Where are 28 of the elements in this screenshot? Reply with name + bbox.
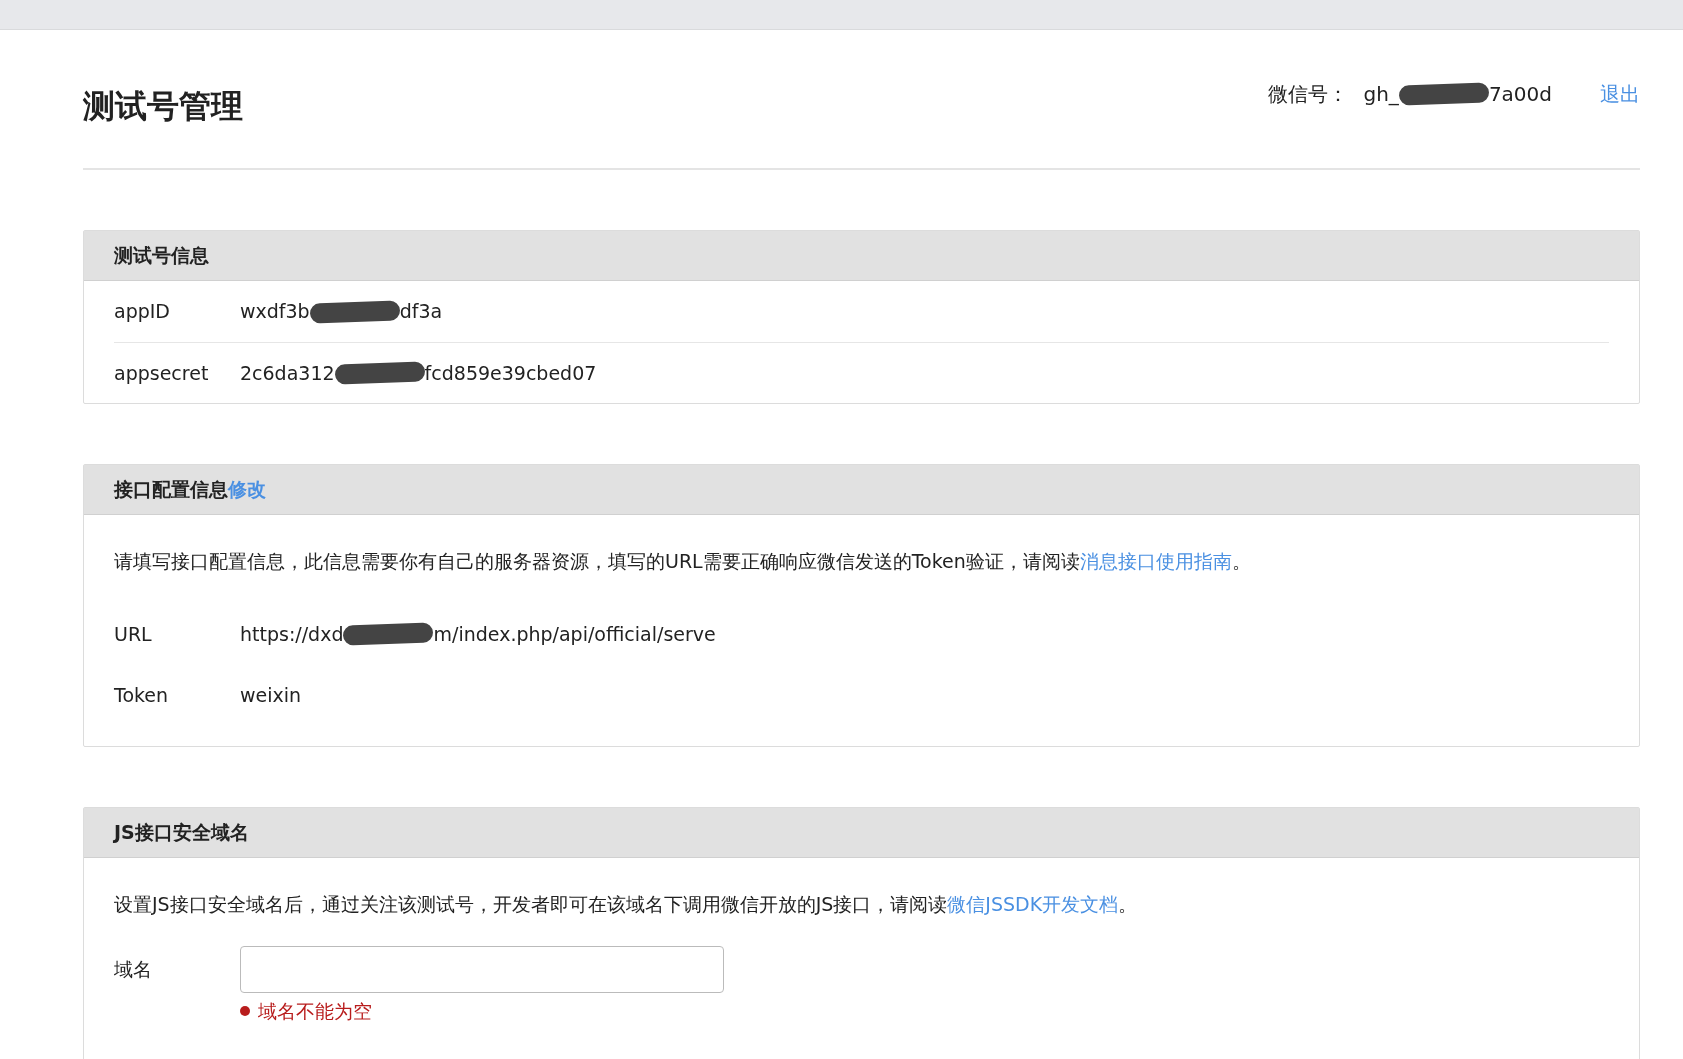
field-label: Token — [114, 682, 170, 708]
field-value: wxdf3b — [240, 299, 310, 325]
field-value: 2c6da312 — [240, 360, 335, 386]
error-dot-icon — [240, 1006, 250, 1017]
field-label: URL — [114, 621, 153, 647]
field-label: 域名 — [114, 957, 153, 983]
field-value: weixin — [240, 682, 302, 708]
field-value: df3a — [399, 299, 443, 325]
field-label: appID — [114, 299, 171, 325]
doc-link[interactable]: 微信JSSDK开发文档 — [947, 892, 1119, 915]
error-message: 域名不能为空 — [258, 999, 372, 1024]
panel-title: JS接口安全域名 — [114, 819, 249, 845]
page-title: 测试号管理 — [83, 85, 243, 126]
field-value: m/index.php/api/official/serve — [433, 621, 716, 647]
doc-link[interactable]: 消息接口使用指南 — [1079, 550, 1232, 572]
description: 设置JS接口安全域名后，通过关注该测试号，开发者即可在该域名下调用微信开放的JS接口，请阅读微信JSSDK开发文档。 — [114, 891, 1139, 917]
field-value: gh_ — [1363, 81, 1399, 108]
account-label: 微信号： — [1267, 81, 1348, 108]
description: 请填写接口配置信息，此信息需要你有自己的服务器资源，填写的URL需要正确响应微信发送的Token验证，请阅读消息接口使用指南。 — [114, 549, 1252, 574]
edit-link[interactable]: 修改 — [228, 475, 266, 504]
domain-input[interactable] — [240, 946, 724, 993]
field-value: https://dxd — [240, 621, 344, 647]
panel-title: 接口配置信息 — [114, 477, 228, 503]
field-label: appsecret — [114, 360, 210, 386]
logout-link[interactable]: 退出 — [1600, 79, 1640, 109]
field-value: 7a00d — [1488, 81, 1552, 108]
field-value: fcd859e39cbed07 — [424, 360, 597, 386]
panel-title: 测试号信息 — [114, 243, 209, 269]
